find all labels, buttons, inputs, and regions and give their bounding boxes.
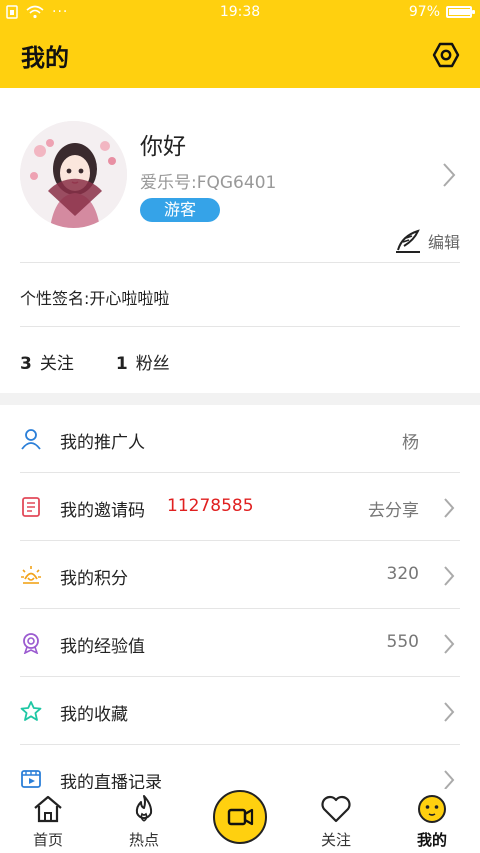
chevron-right-icon [444, 566, 455, 586]
tab-label: 关注 [320, 831, 351, 849]
divider [20, 262, 460, 263]
menu-item-points[interactable]: 我的积分 320 [0, 541, 480, 609]
home-icon [34, 795, 62, 823]
page-title: 我的 [21, 44, 69, 72]
chevron-right-icon [444, 498, 455, 518]
menu-item-favorites[interactable]: 我的收藏 [0, 677, 480, 745]
avatar[interactable] [20, 121, 127, 228]
fans-count: 1 [115, 354, 128, 374]
account-id: 爱乐号:FQG6401 [140, 173, 277, 193]
divider [20, 326, 460, 327]
tab-hot[interactable]: 热点 [96, 789, 192, 853]
battery-icon [446, 6, 475, 18]
menu-item-value: 杨 [402, 433, 419, 453]
status-bar: ··· 19:38 97% [0, 0, 480, 26]
points-sun-icon [21, 566, 41, 584]
menu-item-label: 我的推广人 [60, 433, 145, 453]
share-link[interactable]: 去分享 [368, 496, 419, 521]
invite-code-icon [22, 497, 40, 517]
bottom-tab-bar: 首页 热点 关注 我的 [0, 789, 480, 853]
menu-item-label: 我的积分 [60, 569, 128, 589]
tab-follow[interactable]: 关注 [288, 789, 384, 853]
tab-label: 首页 [32, 831, 63, 849]
tab-label: 我的 [416, 831, 447, 849]
flame-icon [135, 795, 153, 822]
menu-item-label: 我的邀请码 [60, 501, 145, 521]
fans-stat[interactable]: 1 粉丝 [116, 349, 170, 374]
menu-item-invite-code[interactable]: 我的邀请码 11278585 去分享 [0, 473, 480, 541]
chevron-right-icon [444, 702, 455, 722]
tab-home[interactable]: 首页 [0, 789, 96, 853]
following-label: 关注 [39, 354, 74, 374]
battery-level [449, 9, 471, 15]
edit-label: 编辑 [427, 233, 460, 252]
guest-badge: 游客 [140, 198, 220, 222]
top-bar: ··· 19:38 97% 我的 [0, 0, 480, 88]
tab-mine[interactable]: 我的 [384, 789, 480, 853]
nickname: 你好 [140, 134, 186, 160]
signature[interactable]: 个性签名:开心啦啦啦 [20, 285, 169, 309]
following-stat[interactable]: 3 关注 [20, 349, 74, 374]
badge-icon [23, 633, 39, 654]
avatar-illustration-icon [20, 121, 127, 228]
menu-item-promoter[interactable]: 我的推广人 杨 [0, 405, 480, 473]
chevron-right-icon [444, 770, 455, 790]
section-gap [0, 393, 480, 405]
following-count: 3 [20, 354, 32, 374]
fans-label: 粉丝 [135, 354, 170, 374]
follow-stats: 3 关注 1 粉丝 [20, 349, 170, 374]
menu-item-experience[interactable]: 我的经验值 550 [0, 609, 480, 677]
battery-percent: 97% [408, 4, 440, 20]
status-right: 97% [408, 4, 475, 20]
smiley-face-icon [418, 795, 446, 823]
chevron-right-icon [444, 634, 455, 654]
person-icon [21, 429, 41, 450]
menu-item-value: 320 [386, 564, 419, 584]
quill-edit-icon [395, 229, 420, 253]
menu-item-label: 我的经验值 [60, 637, 145, 657]
settings-hexagon-icon[interactable] [432, 41, 460, 69]
menu-item-label: 我的收藏 [60, 705, 128, 725]
heart-icon [321, 795, 351, 823]
star-icon [20, 701, 42, 721]
invite-code-value: 11278585 [167, 496, 254, 516]
video-camera-icon [227, 808, 254, 826]
tab-label: 热点 [128, 831, 159, 849]
menu-list: 我的推广人 杨 我的邀请码 11278585 去分享 我的积分 320 我的经验… [0, 405, 480, 813]
menu-item-value: 550 [386, 632, 419, 652]
video-record-icon [21, 770, 41, 788]
live-camera-button[interactable] [213, 790, 267, 844]
profile-chevron-right-icon[interactable] [442, 162, 456, 188]
edit-profile-button[interactable]: 编辑 [394, 228, 460, 254]
